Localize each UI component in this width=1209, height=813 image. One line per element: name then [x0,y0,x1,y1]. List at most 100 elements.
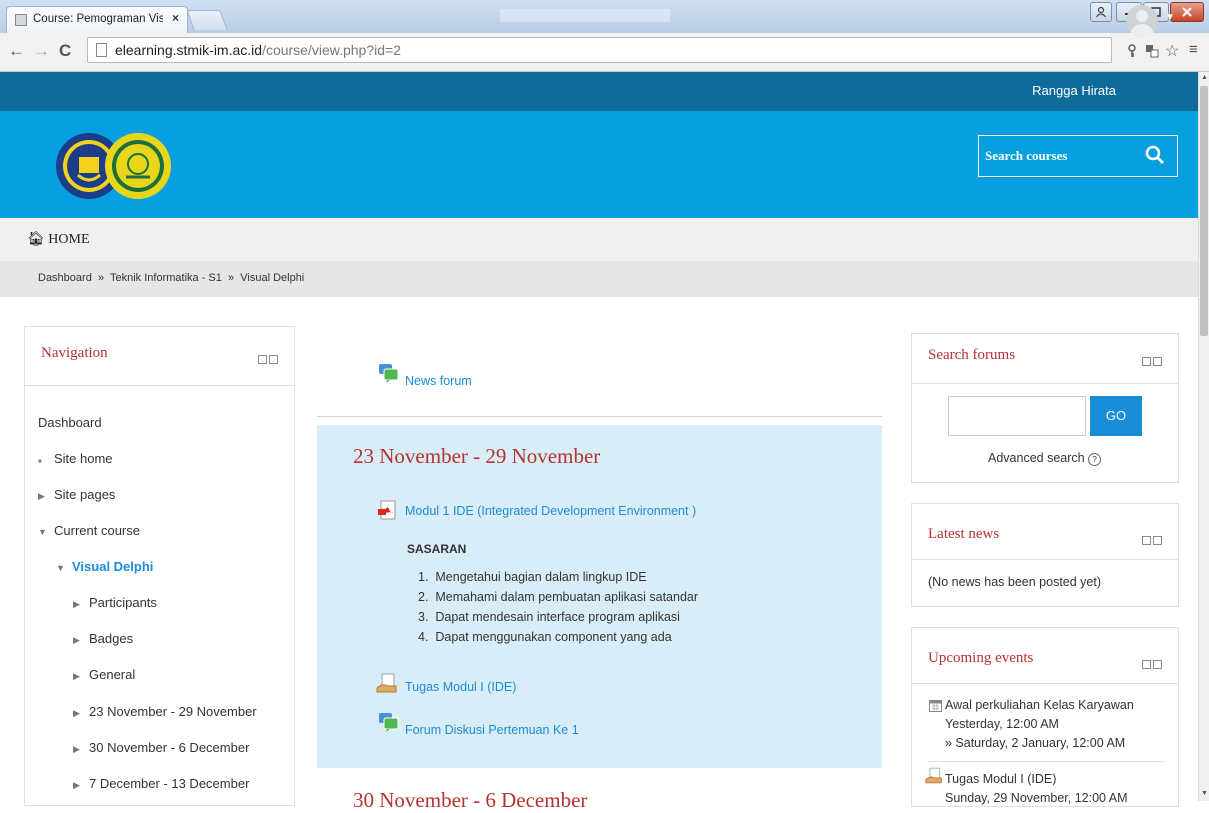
url-path: /course/view.php?id=2 [262,42,401,58]
search-courses-input[interactable]: Search courses [978,135,1178,177]
scroll-down-icon[interactable]: ▼ [1201,790,1208,797]
nav-item-label: 7 December - 13 December [89,776,250,791]
advanced-search-label: Advanced search [988,451,1085,465]
block-controls[interactable] [1142,354,1164,366]
event-title[interactable]: Awal perkuliahan Kelas Karyawan [945,698,1134,712]
news-forum-link[interactable]: News forum [405,374,472,388]
user-profile-icon[interactable] [1090,2,1112,22]
event-date: Yesterday, 12:00 AM [945,717,1059,731]
upcoming-events-block: Upcoming events Awal perkuliahan Kelas K… [911,627,1179,807]
avatar[interactable] [1126,5,1158,37]
search-forums-title: Search forums [928,347,1016,363]
user-menu-caret-icon[interactable]: ▼ [1165,12,1175,23]
breadcrumb-dashboard[interactable]: Dashboard [38,272,92,284]
page-favicon-icon [15,14,27,26]
sasaran-item-text: Dapat mendesain interface program aplika… [435,610,680,624]
tab-close-icon[interactable]: × [172,11,179,25]
nav-item-participants[interactable]: ▶ Participants [73,595,157,610]
block-controls[interactable] [1142,657,1164,669]
go-button[interactable]: GO [1090,396,1142,436]
search-placeholder: Search courses [985,148,1068,163]
home-nav-bar: 🏠︎ HOME [0,218,1198,261]
event-divider [928,761,1164,762]
nav-item-badges[interactable]: ▶ Badges [73,631,133,646]
assignment-link[interactable]: Tugas Modul I (IDE) [405,680,516,694]
breadcrumb-course[interactable]: Visual Delphi [240,272,304,284]
translate-icon[interactable] [1145,44,1159,61]
scrollbar-thumb[interactable] [1200,86,1208,336]
module-1-link[interactable]: Modul 1 IDE (Integrated Development Envi… [405,504,696,518]
scroll-up-icon[interactable]: ▲ [1201,74,1208,81]
nav-item-site-pages[interactable]: ▶ Site pages [38,487,115,502]
reload-icon[interactable]: C [59,41,71,61]
search-forums-block: Search forums GO Advanced search ? [911,333,1179,483]
browser-toolbar: ← → C elearning.stmik-im.ac.id/course/vi… [0,33,1209,72]
breadcrumb-category[interactable]: Teknik Informatika - S1 [110,272,222,284]
nav-item-label: Site pages [54,487,116,502]
block-controls[interactable] [1142,533,1164,545]
nav-item-current-course[interactable]: ▼ Current course [38,523,140,538]
chevron-right-icon: ▶ [38,491,45,501]
event-title[interactable]: Tugas Modul I (IDE) [945,772,1056,786]
new-tab-button[interactable] [186,10,228,30]
chevron-down-icon: ▼ [38,527,47,537]
address-bar[interactable]: elearning.stmik-im.ac.id/course/view.php… [87,37,1112,63]
site-logo-icon[interactable] [54,131,174,201]
chevron-down-icon: ▼ [56,563,65,573]
nav-item-section-3[interactable]: ▶ 7 December - 13 December [73,776,249,791]
browser-tab[interactable]: Course: Pemograman Visu × [6,6,188,33]
nav-item-label: Current course [54,523,140,538]
search-icon[interactable] [1145,145,1165,165]
dock-icon[interactable] [1153,536,1162,545]
nav-item-dashboard[interactable]: Dashboard [38,415,102,430]
forward-arrow-icon[interactable]: → [33,41,50,61]
nav-item-visual-delphi[interactable]: ▼ Visual Delphi [56,559,153,574]
calendar-icon [929,700,942,712]
home-link[interactable]: 🏠︎ HOME [27,231,90,248]
collapse-icon[interactable] [1142,536,1151,545]
sasaran-item: 4. Dapat menggunakan component yang ada [418,630,672,644]
nav-item-section-2[interactable]: ▶ 30 November - 6 December [73,740,249,755]
pdf-file-icon [378,500,396,520]
block-controls[interactable] [258,352,280,364]
latest-news-title: Latest news [928,526,1000,542]
sasaran-item: 3. Dapat mendesain interface program apl… [418,610,680,624]
nav-item-label: 23 November - 29 November [89,704,257,719]
bullet-icon: ■ [38,459,42,465]
chevron-right-icon: ▶ [73,780,80,790]
key-icon[interactable] [1126,44,1138,61]
browser-tab-title: Course: Pemograman Visu [33,13,163,25]
forum-icon [379,713,399,732]
nav-item-label: Dashboard [38,415,102,430]
advanced-search-link[interactable]: Advanced search ? [988,451,1102,466]
back-arrow-icon[interactable]: ← [8,41,25,61]
home-label: HOME [48,232,90,247]
url-text: elearning.stmik-im.ac.id/course/view.php… [115,42,401,58]
page-scrollbar[interactable]: ▲ ▼ [1198,72,1209,801]
nav-item-label: Participants [89,595,157,610]
sasaran-item: 1. Mengetahui bagian dalam lingkup IDE [418,570,647,584]
section-1-title: 23 November - 29 November [353,444,601,468]
nav-item-section-1[interactable]: ▶ 23 November - 29 November [73,704,257,719]
collapse-icon[interactable] [258,355,267,364]
help-icon[interactable]: ? [1088,453,1102,466]
search-forums-input[interactable] [948,396,1086,436]
user-top-bar: Rangga Hirata [0,72,1198,111]
dock-icon[interactable] [1153,660,1162,669]
close-window-icon[interactable] [1170,2,1204,22]
bookmark-star-icon[interactable]: ☆ [1165,41,1179,61]
dock-icon[interactable] [269,355,278,364]
collapse-icon[interactable] [1142,660,1151,669]
user-name[interactable]: Rangga Hirata [1032,83,1116,98]
chevron-right-icon: ▶ [73,635,80,645]
sasaran-item-text: Dapat menggunakan component yang ada [435,630,672,644]
nav-item-general[interactable]: ▶ General [73,667,135,682]
collapse-icon[interactable] [1142,357,1151,366]
menu-icon[interactable]: ≡ [1189,41,1198,58]
forum-diskusi-link[interactable]: Forum Diskusi Pertemuan Ke 1 [405,723,579,737]
navigation-block-title: Navigation [41,345,108,361]
page-icon [96,43,107,57]
sasaran-item-text: Memahami dalam pembuatan aplikasi satand… [435,590,699,604]
nav-item-site-home[interactable]: ■ Site home [38,451,113,466]
dock-icon[interactable] [1153,357,1162,366]
